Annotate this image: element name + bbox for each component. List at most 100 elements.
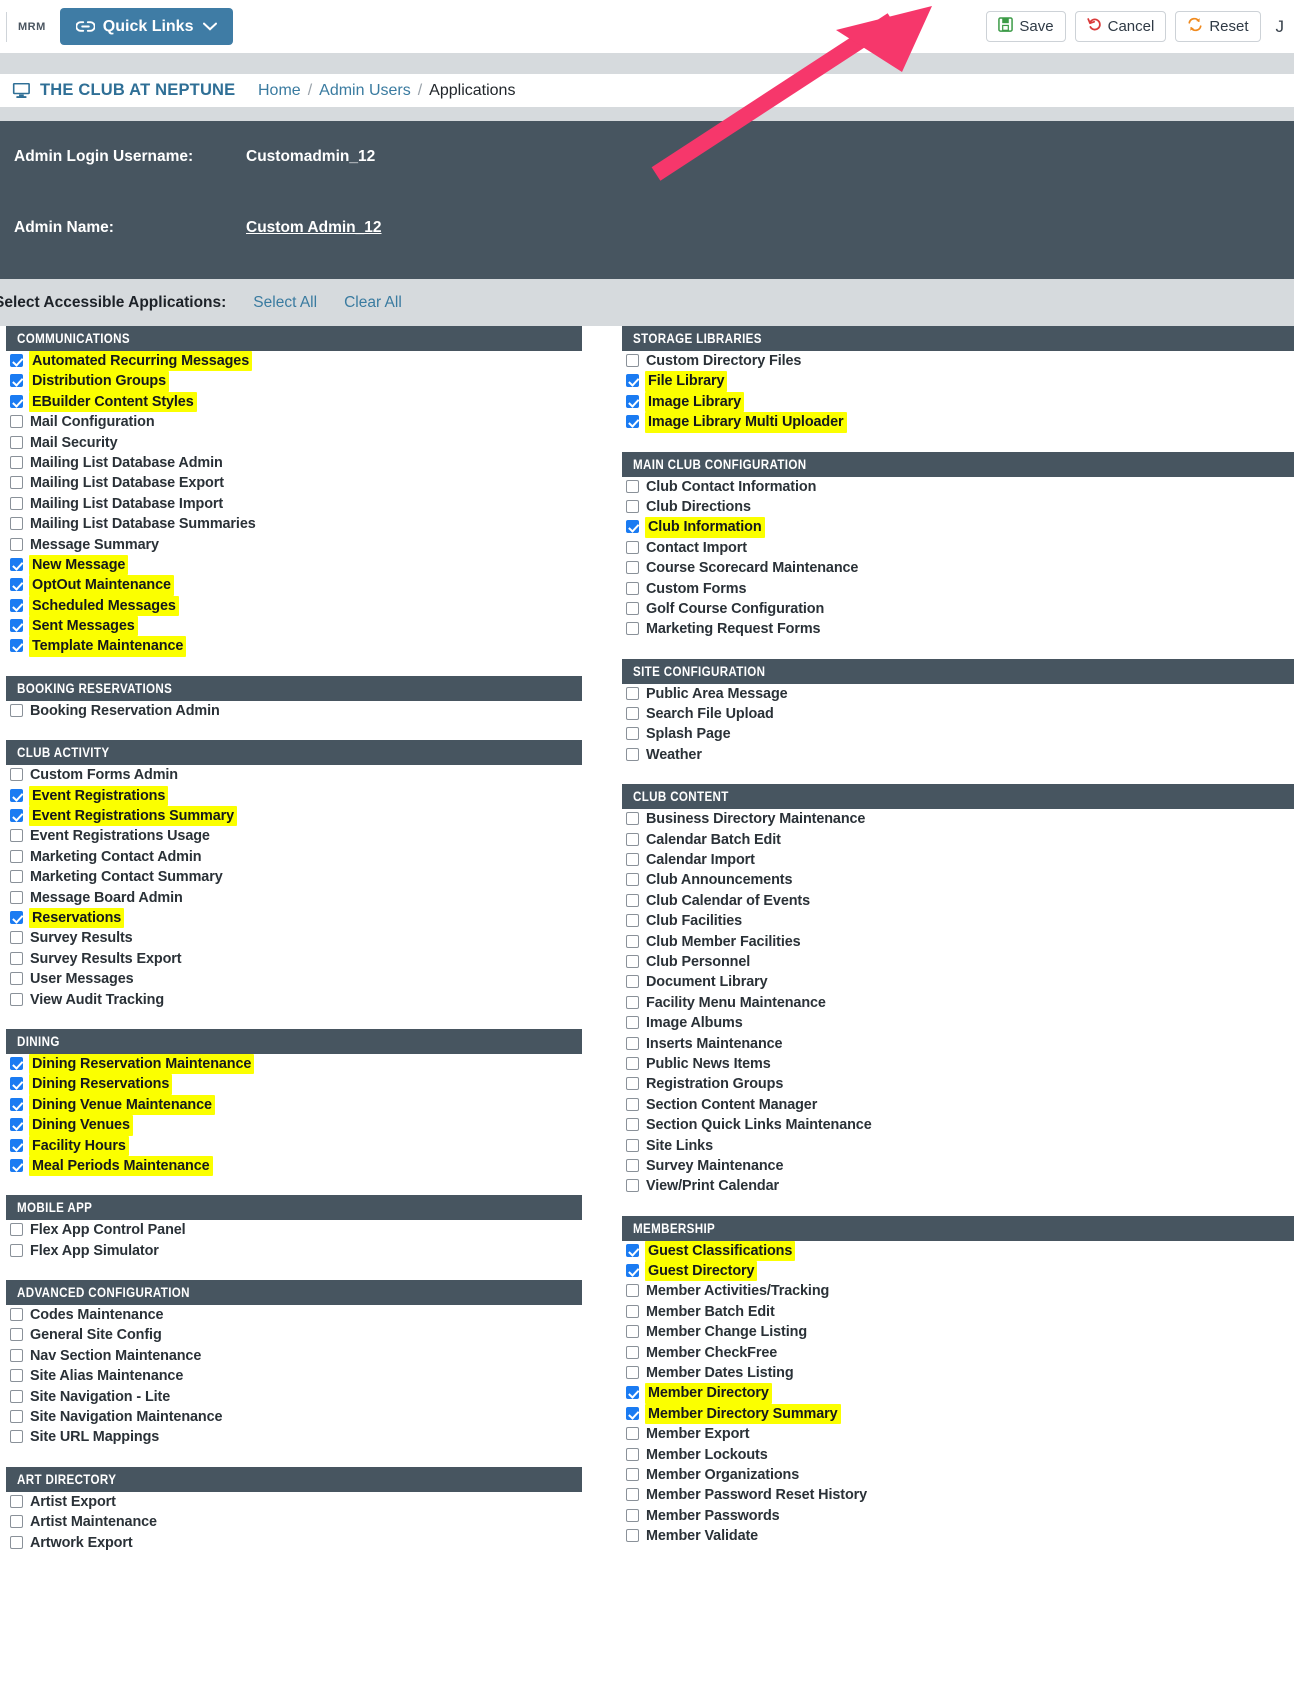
checkbox-site-alias-maintenance[interactable] — [10, 1369, 23, 1383]
checkbox-ebuilder-content-styles[interactable] — [10, 394, 23, 408]
application-option[interactable]: Mailing List Database Admin — [6, 453, 582, 473]
checkbox-registration-groups[interactable] — [626, 1077, 639, 1091]
application-option[interactable]: Template Maintenance — [6, 636, 582, 657]
checkbox-business-directory-maintenance[interactable] — [626, 812, 639, 826]
checkbox-optout-maintenance[interactable] — [10, 578, 23, 592]
checkbox-flex-app-control-panel[interactable] — [10, 1223, 23, 1237]
checkbox-guest-directory[interactable] — [626, 1264, 639, 1278]
application-option[interactable]: Mail Security — [6, 433, 582, 453]
application-option[interactable]: Contact Import — [622, 538, 1294, 558]
checkbox-custom-directory-files[interactable] — [626, 354, 639, 367]
application-option[interactable]: Member Organizations — [622, 1465, 1294, 1485]
checkbox-marketing-request-forms[interactable] — [626, 622, 639, 636]
checkbox-calendar-import[interactable] — [626, 853, 639, 867]
application-option[interactable]: Club Contact Information — [622, 477, 1294, 497]
cancel-button[interactable]: Cancel — [1074, 11, 1167, 42]
checkbox-member-password-reset-history[interactable] — [626, 1488, 639, 1502]
application-option[interactable]: Mail Configuration — [6, 412, 582, 432]
application-option[interactable]: Mailing List Database Import — [6, 494, 582, 514]
application-option[interactable]: Inserts Maintenance — [622, 1034, 1294, 1054]
checkbox-scheduled-messages[interactable] — [10, 598, 23, 612]
application-option[interactable]: View Audit Tracking — [6, 990, 582, 1010]
checkbox-survey-maintenance[interactable] — [626, 1158, 639, 1172]
checkbox-member-checkfree[interactable] — [626, 1345, 639, 1359]
application-option[interactable]: Booking Reservation Admin — [6, 701, 582, 721]
application-option[interactable]: Calendar Batch Edit — [622, 830, 1294, 850]
application-option[interactable]: Site Links — [622, 1136, 1294, 1156]
checkbox-site-url-mappings[interactable] — [10, 1430, 23, 1444]
application-option[interactable]: Member Dates Listing — [622, 1363, 1294, 1383]
application-option[interactable]: Image Library — [622, 391, 1294, 413]
admin-name-value-link[interactable]: Custom Admin_12 — [246, 219, 382, 237]
checkbox-site-navigation-lite[interactable] — [10, 1389, 23, 1403]
application-option[interactable]: Scheduled Messages — [6, 595, 582, 617]
checkbox-meal-periods-maintenance[interactable] — [10, 1158, 23, 1172]
checkbox-artist-maintenance[interactable] — [10, 1515, 23, 1529]
application-option[interactable]: Event Registrations — [6, 785, 582, 807]
application-option[interactable]: Section Quick Links Maintenance — [622, 1115, 1294, 1135]
checkbox-club-facilities[interactable] — [626, 914, 639, 928]
application-option[interactable]: Weather — [622, 745, 1294, 765]
application-option[interactable]: Golf Course Configuration — [622, 599, 1294, 619]
checkbox-contact-import[interactable] — [626, 540, 639, 554]
checkbox-site-navigation-maintenance[interactable] — [10, 1410, 23, 1424]
checkbox-public-news-items[interactable] — [626, 1056, 639, 1070]
checkbox-mailing-list-database-export[interactable] — [10, 476, 23, 490]
checkbox-file-library[interactable] — [626, 374, 639, 388]
checkbox-custom-forms-admin[interactable] — [10, 768, 23, 782]
checkbox-member-organizations[interactable] — [626, 1467, 639, 1481]
checkbox-facility-menu-maintenance[interactable] — [626, 995, 639, 1009]
checkbox-mailing-list-database-import[interactable] — [10, 496, 23, 510]
application-option[interactable]: Business Directory Maintenance — [622, 809, 1294, 829]
application-option[interactable]: File Library — [622, 371, 1294, 392]
checkbox-member-activities-tracking[interactable] — [626, 1284, 639, 1298]
application-option[interactable]: Member Change Listing — [622, 1322, 1294, 1342]
application-option[interactable]: General Site Config — [6, 1325, 582, 1345]
checkbox-mail-configuration[interactable] — [10, 415, 23, 429]
application-option[interactable]: Marketing Request Forms — [622, 619, 1294, 639]
checkbox-member-batch-edit[interactable] — [626, 1304, 639, 1318]
checkbox-club-contact-information[interactable] — [626, 479, 639, 493]
application-option[interactable]: Splash Page — [622, 724, 1294, 744]
checkbox-reservations[interactable] — [10, 910, 23, 924]
checkbox-event-registrations[interactable] — [10, 788, 23, 802]
application-option[interactable]: EBuilder Content Styles — [6, 391, 582, 413]
application-option[interactable]: Flex App Control Panel — [6, 1220, 582, 1240]
checkbox-club-announcements[interactable] — [626, 873, 639, 887]
application-option[interactable]: Marketing Contact Admin — [6, 847, 582, 867]
checkbox-user-messages[interactable] — [10, 972, 23, 986]
application-option[interactable]: Automated Recurring Messages — [6, 351, 582, 372]
application-option[interactable]: Artwork Export — [6, 1533, 582, 1553]
application-option[interactable]: Dining Reservation Maintenance — [6, 1053, 582, 1075]
checkbox-member-lockouts[interactable] — [626, 1447, 639, 1461]
application-option[interactable]: Member Validate — [622, 1526, 1294, 1546]
application-option[interactable]: Club Announcements — [622, 870, 1294, 890]
checkbox-section-quick-links-maintenance[interactable] — [626, 1118, 639, 1132]
application-option[interactable]: Custom Directory Files — [622, 351, 1294, 371]
checkbox-search-file-upload[interactable] — [626, 707, 639, 721]
application-option[interactable]: Member CheckFree — [622, 1343, 1294, 1363]
checkbox-distribution-groups[interactable] — [10, 374, 23, 388]
checkbox-club-information[interactable] — [626, 520, 639, 534]
checkbox-mail-security[interactable] — [10, 435, 23, 449]
checkbox-member-export[interactable] — [626, 1427, 639, 1441]
application-option[interactable]: Site URL Mappings — [6, 1427, 582, 1447]
application-option[interactable]: Member Export — [622, 1424, 1294, 1444]
checkbox-marketing-contact-admin[interactable] — [10, 849, 23, 863]
application-option[interactable]: Search File Upload — [622, 704, 1294, 724]
breadcrumb-admin-users[interactable]: Admin Users — [319, 82, 411, 100]
checkbox-facility-hours[interactable] — [10, 1138, 23, 1152]
checkbox-image-albums[interactable] — [626, 1016, 639, 1030]
application-option[interactable]: Survey Maintenance — [622, 1156, 1294, 1176]
clear-all-link[interactable]: Clear All — [344, 294, 402, 312]
application-option[interactable]: Course Scorecard Maintenance — [622, 558, 1294, 578]
checkbox-club-member-facilities[interactable] — [626, 934, 639, 948]
checkbox-message-summary[interactable] — [10, 537, 23, 551]
quick-links-button[interactable]: Quick Links — [59, 8, 234, 45]
application-option[interactable]: Site Navigation Maintenance — [6, 1407, 582, 1427]
application-option[interactable]: Mailing List Database Export — [6, 473, 582, 493]
application-option[interactable]: Facility Menu Maintenance — [622, 993, 1294, 1013]
checkbox-member-directory-summary[interactable] — [626, 1406, 639, 1420]
application-option[interactable]: Club Facilities — [622, 911, 1294, 931]
checkbox-document-library[interactable] — [626, 975, 639, 989]
